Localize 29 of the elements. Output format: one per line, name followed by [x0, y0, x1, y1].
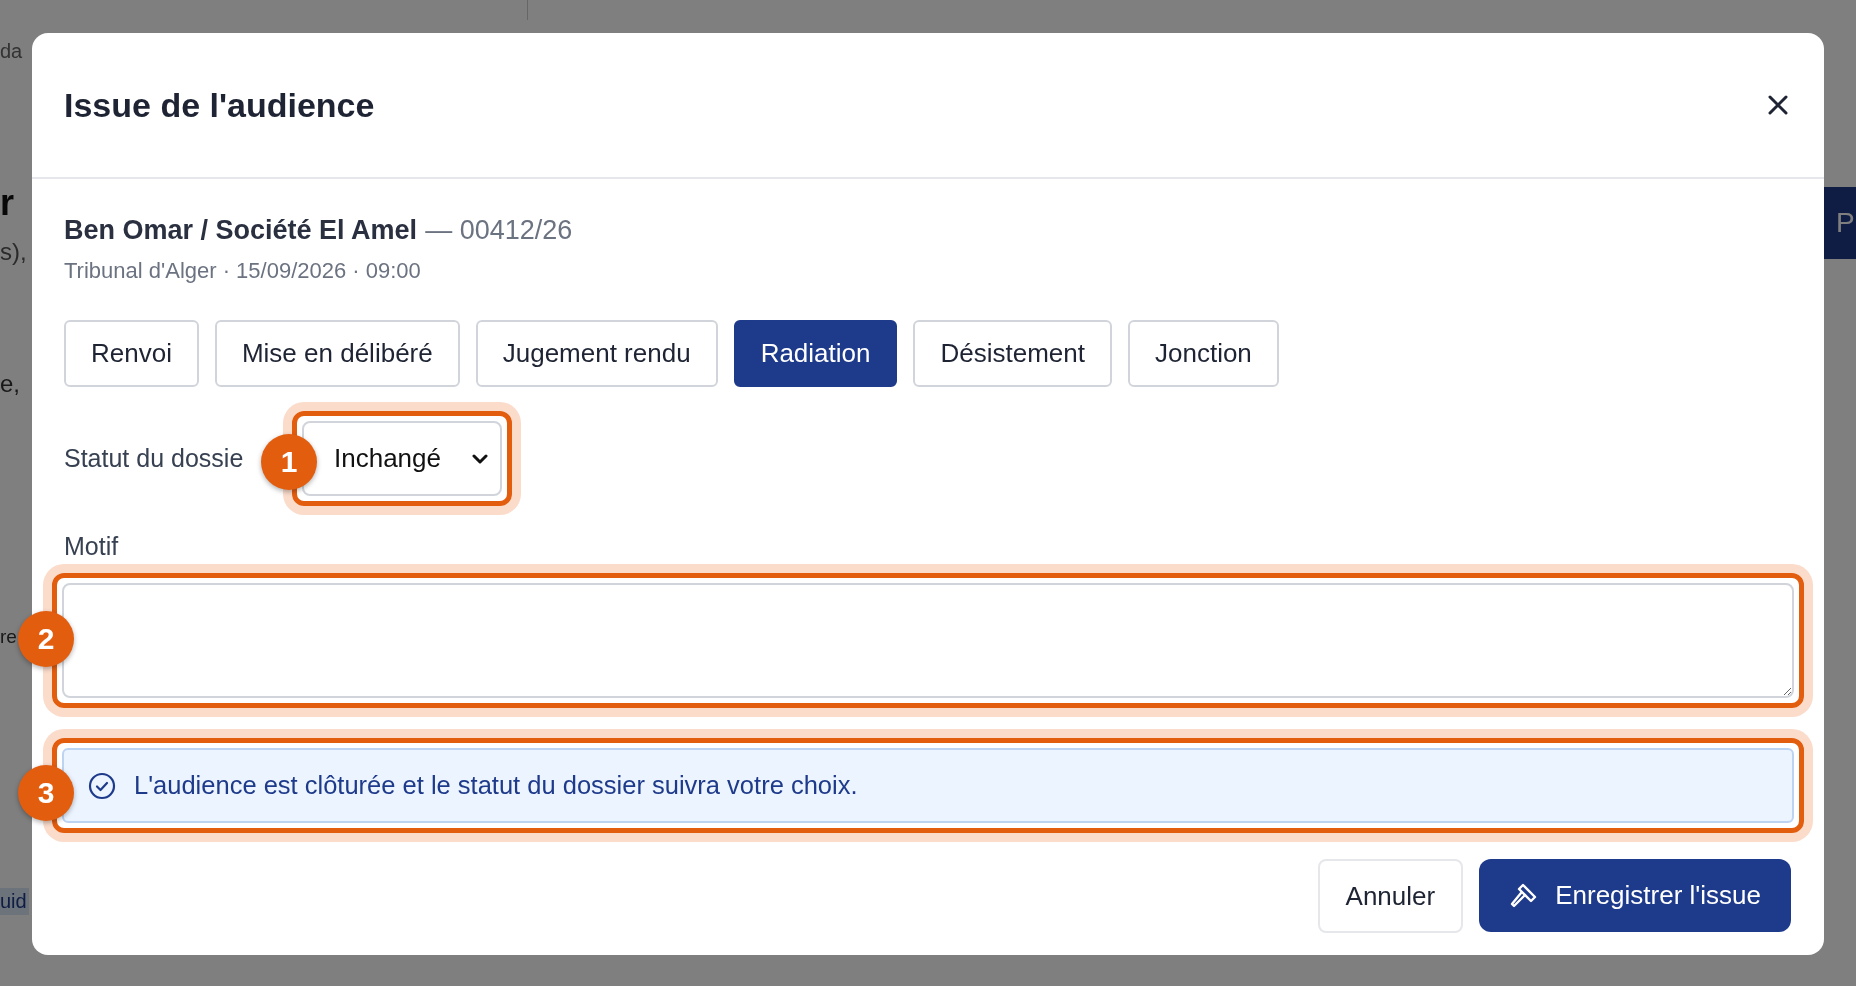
step-marker: 2: [18, 611, 74, 667]
case-number: — 00412/26: [425, 215, 573, 246]
page-text: e,: [0, 370, 20, 398]
page-text: uid: [0, 888, 29, 915]
info-text: L'audience est clôturée et le statut du dossier suivra votre choix.: [134, 771, 858, 800]
cancel-button[interactable]: Annuler: [1317, 859, 1464, 933]
page-text: r: [0, 182, 14, 224]
page-text: re: [0, 626, 17, 648]
outcome-button[interactable]: Renvoi: [64, 320, 199, 387]
case-details: Tribunal d'Alger · 15/09/2026 · 09:00: [64, 258, 422, 284]
dialog-title: Issue de l'audience: [64, 85, 375, 125]
step-marker: 3: [18, 765, 74, 821]
check-circle-icon: [88, 771, 116, 800]
field-label: Statut du dossie: [64, 444, 244, 472]
case-title: Ben Omar / Société El Amel: [64, 215, 418, 246]
outcome-button[interactable]: Mise en délibéré: [214, 320, 460, 387]
page-text: da: [0, 40, 23, 63]
field-label: Motif: [64, 532, 119, 560]
outcome-button[interactable]: Radiation: [733, 320, 898, 387]
outcome-button[interactable]: Jugement rendu: [475, 320, 718, 387]
motif-field[interactable]: [62, 583, 1794, 698]
page-button[interactable]: P: [1824, 187, 1856, 259]
close-icon[interactable]: [1768, 95, 1788, 115]
save-button[interactable]: Enregistrer l'issue: [1479, 859, 1791, 932]
step-marker: 1: [261, 434, 317, 490]
outcome-button[interactable]: Jonction: [1128, 320, 1279, 387]
chevron-icon: [472, 453, 488, 464]
outcome-button[interactable]: Désistement: [913, 320, 1112, 387]
page-text: s),: [0, 238, 27, 266]
